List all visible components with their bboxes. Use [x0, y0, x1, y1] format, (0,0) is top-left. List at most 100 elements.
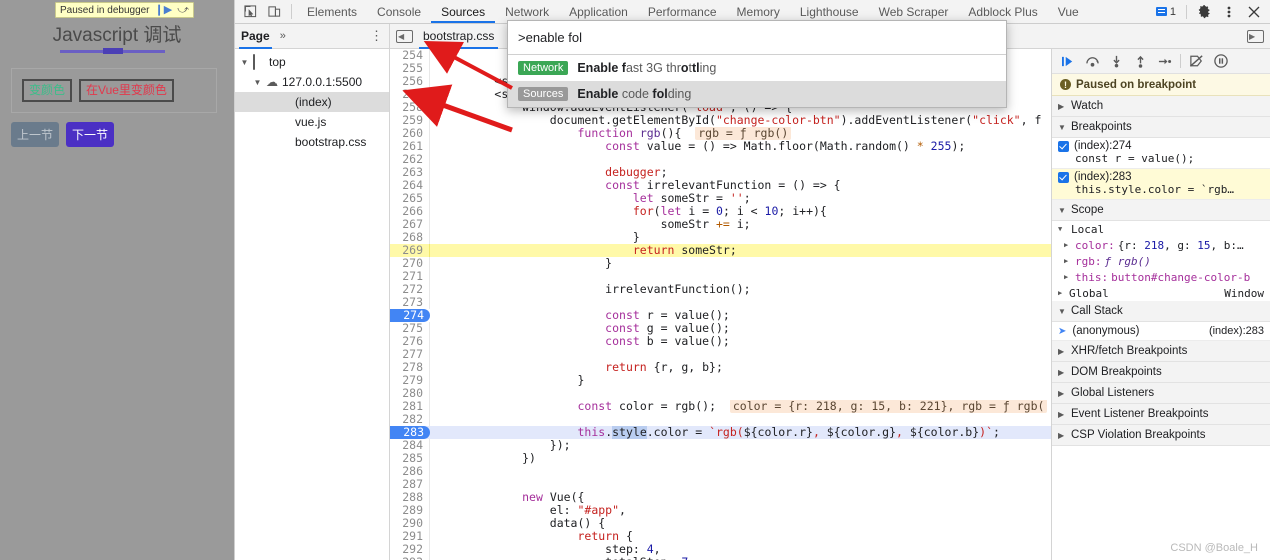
- code-line[interactable]: 289 el: "#app",: [390, 504, 1051, 517]
- chevron-right-icon[interactable]: ▶: [1058, 289, 1066, 297]
- event-listener-breakpoints-section-header[interactable]: ▶ Event Listener Breakpoints: [1052, 404, 1270, 425]
- show-navigator-icon[interactable]: ◀: [396, 29, 413, 43]
- tab-vue[interactable]: Vue: [1048, 0, 1089, 23]
- close-icon[interactable]: [1243, 2, 1265, 22]
- code-line[interactable]: 285 }): [390, 452, 1051, 465]
- code-line[interactable]: 292 step: 4,: [390, 543, 1051, 556]
- code-line[interactable]: 282: [390, 413, 1051, 426]
- code-line[interactable]: 259 document.getElementById("change-colo…: [390, 114, 1051, 127]
- call-stack-section-header[interactable]: ▼ Call Stack: [1052, 301, 1270, 322]
- breakpoints-section-header[interactable]: ▼ Breakpoints: [1052, 117, 1270, 138]
- code-line[interactable]: 262: [390, 153, 1051, 166]
- tab-console[interactable]: Console: [367, 0, 431, 23]
- command-palette-input[interactable]: >enable fol: [508, 21, 1006, 55]
- code-line[interactable]: 261 const value = () => Math.floor(Math.…: [390, 140, 1051, 153]
- device-toolbar-icon[interactable]: [263, 2, 285, 22]
- call-stack-frame[interactable]: ➤ (anonymous) (index):283: [1052, 322, 1270, 341]
- scope-section-header[interactable]: ▼ Scope: [1052, 200, 1270, 221]
- breakpoint-item[interactable]: (index):274 const r = value();: [1052, 138, 1270, 169]
- resume-icon[interactable]: ❙▶: [155, 4, 173, 16]
- code-line[interactable]: 263 debugger;: [390, 166, 1051, 179]
- gear-icon[interactable]: [1193, 2, 1215, 22]
- command-palette[interactable]: >enable fol Network Enable fast 3G thrott…: [507, 20, 1007, 108]
- tab-elements[interactable]: Elements: [297, 0, 367, 23]
- code-line[interactable]: 284 });: [390, 439, 1051, 452]
- step-icon[interactable]: [1154, 51, 1174, 71]
- tree-item--index-[interactable]: (index): [235, 92, 389, 112]
- step-over-icon[interactable]: [1082, 51, 1102, 71]
- navigator-more-tabs-icon[interactable]: »: [280, 30, 286, 42]
- code-line[interactable]: 274 const r = value();: [390, 309, 1051, 322]
- source-code-editor[interactable]: 254255256 <s257 <s258 window.addEventLis…: [390, 49, 1051, 560]
- code-line[interactable]: 267 someStr += i;: [390, 218, 1051, 231]
- code-line[interactable]: 277: [390, 348, 1051, 361]
- inspect-element-icon[interactable]: [239, 2, 261, 22]
- code-line[interactable]: 291 return {: [390, 530, 1051, 543]
- code-line[interactable]: 288 new Vue({: [390, 491, 1051, 504]
- chevron-right-icon[interactable]: ▶: [1064, 273, 1072, 281]
- command-palette-item[interactable]: Sources Enable code folding: [508, 81, 1006, 107]
- dom-breakpoints-section-header[interactable]: ▶ DOM Breakpoints: [1052, 362, 1270, 383]
- chevron-right-icon[interactable]: ▶: [1064, 257, 1072, 265]
- xhr-breakpoints-section-header[interactable]: ▶ XHR/fetch Breakpoints: [1052, 341, 1270, 362]
- tab-sources[interactable]: Sources: [431, 0, 496, 23]
- global-listeners-section-header[interactable]: ▶ Global Listeners: [1052, 383, 1270, 404]
- line-number[interactable]: 274: [390, 309, 430, 322]
- code-line[interactable]: 269 return someStr;: [390, 244, 1051, 257]
- twisty-icon[interactable]: ▼: [239, 58, 250, 67]
- navigator-tab-page[interactable]: Page: [239, 29, 272, 49]
- tree-item-127-0-0-1-5500[interactable]: ▼ ☁ 127.0.0.1:5500: [235, 72, 389, 92]
- editor-file-tab[interactable]: bootstrap.css: [419, 29, 499, 49]
- code-line[interactable]: 278 return {r, g, b};: [390, 361, 1051, 374]
- watch-section-header[interactable]: ▶ Watch: [1052, 96, 1270, 117]
- csp-violation-breakpoints-section-header[interactable]: ▶ CSP Violation Breakpoints: [1052, 425, 1270, 446]
- show-debugger-icon[interactable]: ▶: [1247, 29, 1264, 43]
- chevron-right-icon[interactable]: ▶: [1064, 241, 1072, 249]
- step-into-icon[interactable]: [1106, 51, 1126, 71]
- change-color-vue-button[interactable]: 在Vue里变颜色: [79, 79, 174, 102]
- breakpoint-checkbox[interactable]: [1058, 171, 1069, 183]
- code-line[interactable]: 260 function rgb(){ rgb = ƒ rgb(): [390, 127, 1051, 140]
- breakpoint-item[interactable]: (index):283 this.style.color = `rgb…: [1052, 169, 1270, 200]
- twisty-icon[interactable]: ▼: [252, 78, 263, 87]
- resume-script-icon[interactable]: [1058, 51, 1078, 71]
- message-count-badge[interactable]: 1: [1152, 6, 1180, 18]
- tree-item-vue-js[interactable]: vue.js: [235, 112, 389, 132]
- scope-variable[interactable]: ▶ color: {r: 218, g: 15, b:…: [1052, 237, 1270, 253]
- change-color-button[interactable]: 变颜色: [22, 79, 73, 102]
- command-palette-item[interactable]: Network Enable fast 3G throttling: [508, 55, 1006, 81]
- pause-on-exceptions-icon[interactable]: [1211, 51, 1231, 71]
- line-number[interactable]: 293: [390, 556, 430, 560]
- tree-item-bootstrap-css[interactable]: bootstrap.css: [235, 132, 389, 152]
- code-line[interactable]: 272 irrelevantFunction();: [390, 283, 1051, 296]
- kebab-menu-icon[interactable]: [1218, 2, 1240, 22]
- step-over-icon[interactable]: ⤻: [177, 4, 189, 16]
- step-out-icon[interactable]: [1130, 51, 1150, 71]
- scope-variable[interactable]: ▶ this: button#change-color-b: [1052, 269, 1270, 285]
- code-line[interactable]: 279 }: [390, 374, 1051, 387]
- code-line[interactable]: 283 this.style.color = `rgb(${color.r}, …: [390, 426, 1051, 439]
- tree-item-top[interactable]: ▼ top: [235, 52, 389, 72]
- scope-local-header[interactable]: ▼ Local: [1052, 221, 1270, 237]
- breakpoint-checkbox[interactable]: [1058, 140, 1069, 152]
- code-line[interactable]: 265 let someStr = '';: [390, 192, 1051, 205]
- deactivate-breakpoints-icon[interactable]: [1187, 51, 1207, 71]
- code-line[interactable]: 290 data() {: [390, 517, 1051, 530]
- code-line[interactable]: 270 }: [390, 257, 1051, 270]
- scope-variable[interactable]: ▶ rgb: ƒ rgb(): [1052, 253, 1270, 269]
- code-line[interactable]: 271: [390, 270, 1051, 283]
- code-line[interactable]: 268 }: [390, 231, 1051, 244]
- code-line[interactable]: 281 const color = rgb(); color = {r: 218…: [390, 400, 1051, 413]
- code-line[interactable]: 264 const irrelevantFunction = () => {: [390, 179, 1051, 192]
- code-line[interactable]: 293 totalStep: 7,: [390, 556, 1051, 560]
- code-line[interactable]: 266 for(let i = 0; i < 10; i++){: [390, 205, 1051, 218]
- next-section-button[interactable]: 下一节: [66, 122, 114, 147]
- prev-section-button[interactable]: 上一节: [11, 122, 59, 147]
- code-line[interactable]: 273: [390, 296, 1051, 309]
- code-line[interactable]: 286: [390, 465, 1051, 478]
- code-line[interactable]: 280: [390, 387, 1051, 400]
- code-line[interactable]: 276 const b = value();: [390, 335, 1051, 348]
- code-line[interactable]: 287: [390, 478, 1051, 491]
- code-line[interactable]: 275 const g = value();: [390, 322, 1051, 335]
- scope-global[interactable]: ▶ Global Window: [1052, 285, 1270, 301]
